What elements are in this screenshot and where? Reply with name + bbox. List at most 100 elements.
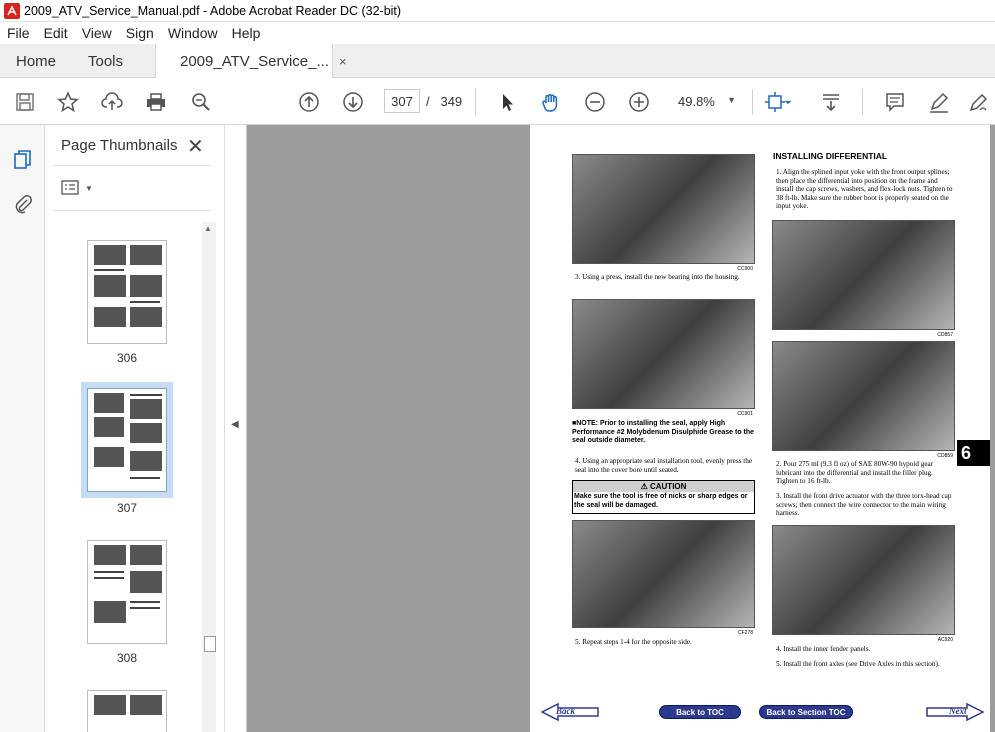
tab-document-label: 2009_ATV_Service_...: [180, 53, 329, 70]
thumbnail-label: 307: [116, 501, 138, 515]
title-bar: 2009_ATV_Service_Manual.pdf - Adobe Acro…: [0, 0, 995, 22]
thumbnail-options-button[interactable]: ▼: [61, 177, 95, 199]
next-label: Next: [949, 706, 967, 716]
window-title: 2009_ATV_Service_Manual.pdf - Adobe Acro…: [24, 3, 402, 18]
scroll-up-icon[interactable]: ▲: [204, 224, 212, 233]
back-to-section-toc-button[interactable]: Back to Section TOC: [759, 705, 853, 719]
thumbnail-page-306[interactable]: [87, 240, 167, 344]
step-4-text: 4. Using an appropriate seal installatio…: [575, 457, 753, 474]
collapse-left-icon[interactable]: ◀: [231, 419, 239, 430]
zoom-search-icon[interactable]: [188, 89, 214, 115]
tab-close-icon[interactable]: ×: [339, 54, 347, 69]
right-step-1-text: 1. Align the splined input yoke with the…: [776, 168, 953, 210]
menu-sign[interactable]: Sign: [119, 25, 161, 41]
caution-title: ⚠ CAUTION: [573, 481, 754, 492]
image-code: AC920: [937, 637, 953, 643]
photo-actuator: AC920: [772, 525, 955, 643]
highlight-pen-icon[interactable]: [926, 89, 952, 115]
right-step-3-text: 3. Install the front drive actuator with…: [776, 492, 952, 517]
document-view[interactable]: CC900 3. Using a press, install the new …: [247, 125, 995, 732]
right-step-4-text: 4. Install the inner fender panels.: [776, 645, 871, 653]
right-step-2-text: 2. Pour 275 ml (9.3 fl oz) of SAE 80W-90…: [776, 460, 934, 485]
pdf-page: CC900 3. Using a press, install the new …: [530, 125, 990, 732]
page-separator: /: [426, 94, 430, 109]
tab-tools-label: Tools: [88, 52, 124, 70]
thumbnail-page-307[interactable]: [81, 382, 173, 498]
image-code: CC901: [737, 411, 753, 417]
scroll-mode-icon[interactable]: [818, 89, 844, 115]
menu-edit[interactable]: Edit: [37, 25, 75, 41]
thumbnail-label: 306: [116, 351, 138, 365]
zoom-out-icon[interactable]: [582, 89, 608, 115]
section-heading: INSTALLING DIFFERENTIAL: [773, 151, 888, 161]
print-icon[interactable]: [143, 89, 169, 115]
right-step-5-text: 5. Install the front axles (see Drive Ax…: [776, 660, 940, 668]
tab-bar: Home Tools 2009_ATV_Service_... ×: [0, 44, 995, 79]
caution-text: Make sure the tool is free of nicks or s…: [574, 493, 748, 509]
photo-seal-housing: CC901: [572, 299, 755, 417]
panel-title: Page Thumbnails: [61, 137, 178, 154]
menu-bar: File Edit View Sign Window Help: [0, 22, 995, 44]
tab-home-label: Home: [16, 52, 57, 70]
caution-box: ⚠ CAUTION Make sure the tool is free of …: [572, 480, 755, 514]
panel-splitter[interactable]: ◀: [225, 125, 247, 732]
chevron-down-icon: ▼: [85, 183, 93, 193]
image-code: CC900: [737, 266, 753, 272]
hand-tool-icon[interactable]: [538, 89, 564, 115]
thumbnails-scrollbar[interactable]: ▲: [202, 222, 216, 732]
page-total-count: 349: [440, 94, 463, 109]
toolbar-divider: [475, 89, 476, 115]
attachment-paperclip-icon[interactable]: [12, 193, 34, 215]
bookmark-star-icon[interactable]: [55, 89, 81, 115]
step-3-text: 3. Using a press, install the new bearin…: [575, 273, 740, 281]
zoom-in-icon[interactable]: [626, 89, 652, 115]
left-rail: [0, 125, 45, 732]
list-options-icon: [61, 180, 79, 195]
note-text: ■NOTE: Prior to installing the seal, app…: [572, 420, 755, 444]
menu-view[interactable]: View: [75, 25, 119, 41]
sign-pen-icon[interactable]: [966, 89, 992, 115]
acrobat-icon: [4, 2, 20, 19]
menu-file[interactable]: File: [0, 25, 37, 41]
upload-cloud-icon[interactable]: [99, 89, 125, 115]
back-to-toc-button[interactable]: Back to TOC: [659, 705, 741, 719]
next-link[interactable]: Next: [925, 702, 985, 722]
tab-tools[interactable]: Tools: [88, 44, 123, 78]
prev-page-icon[interactable]: [296, 89, 322, 115]
menu-window[interactable]: Window: [161, 25, 225, 41]
thumbnail-label: 308: [116, 651, 138, 665]
menu-help[interactable]: Help: [225, 25, 268, 41]
photo-differential-install: CD857: [772, 220, 955, 338]
next-page-icon[interactable]: [340, 89, 366, 115]
image-code: CD859: [937, 453, 953, 459]
close-icon[interactable]: ✕: [187, 134, 204, 159]
page-thumbnails-icon[interactable]: [12, 149, 34, 171]
photo-filler-plug: CD859: [772, 341, 955, 459]
toolbar-divider: [862, 89, 863, 115]
panel-divider: [53, 165, 211, 166]
chevron-down-icon[interactable]: [782, 89, 794, 115]
page-total: / 349: [426, 94, 462, 109]
image-code: CF278: [737, 630, 753, 636]
step-5-text: 5. Repeat steps 1-4 for the opposite sid…: [575, 638, 692, 646]
tab-document[interactable]: 2009_ATV_Service_... ×: [155, 44, 347, 79]
panel-divider: [53, 210, 211, 211]
thumbnail-page-309[interactable]: [87, 690, 167, 732]
back-label: Back: [556, 706, 575, 716]
scrollbar-thumb[interactable]: [204, 636, 216, 652]
section-tab: 6: [957, 440, 990, 466]
thumbnail-page-308[interactable]: [87, 540, 167, 644]
photo-bearing-press: CC900: [572, 154, 755, 272]
photo-cover-seal: CF278: [572, 520, 755, 636]
save-icon[interactable]: [12, 89, 38, 115]
toolbar-divider: [752, 89, 753, 115]
image-code: CD857: [937, 332, 953, 338]
chevron-down-icon: ▼: [727, 95, 736, 105]
back-link[interactable]: Back: [540, 702, 599, 722]
select-cursor-icon[interactable]: [494, 89, 520, 115]
tab-home[interactable]: Home: [16, 44, 56, 78]
zoom-level-value: 49.8%: [678, 93, 715, 109]
page-number-input[interactable]: 307: [384, 89, 420, 113]
comment-icon[interactable]: [882, 89, 908, 115]
zoom-level-select[interactable]: 49.8% ▼: [672, 89, 742, 113]
